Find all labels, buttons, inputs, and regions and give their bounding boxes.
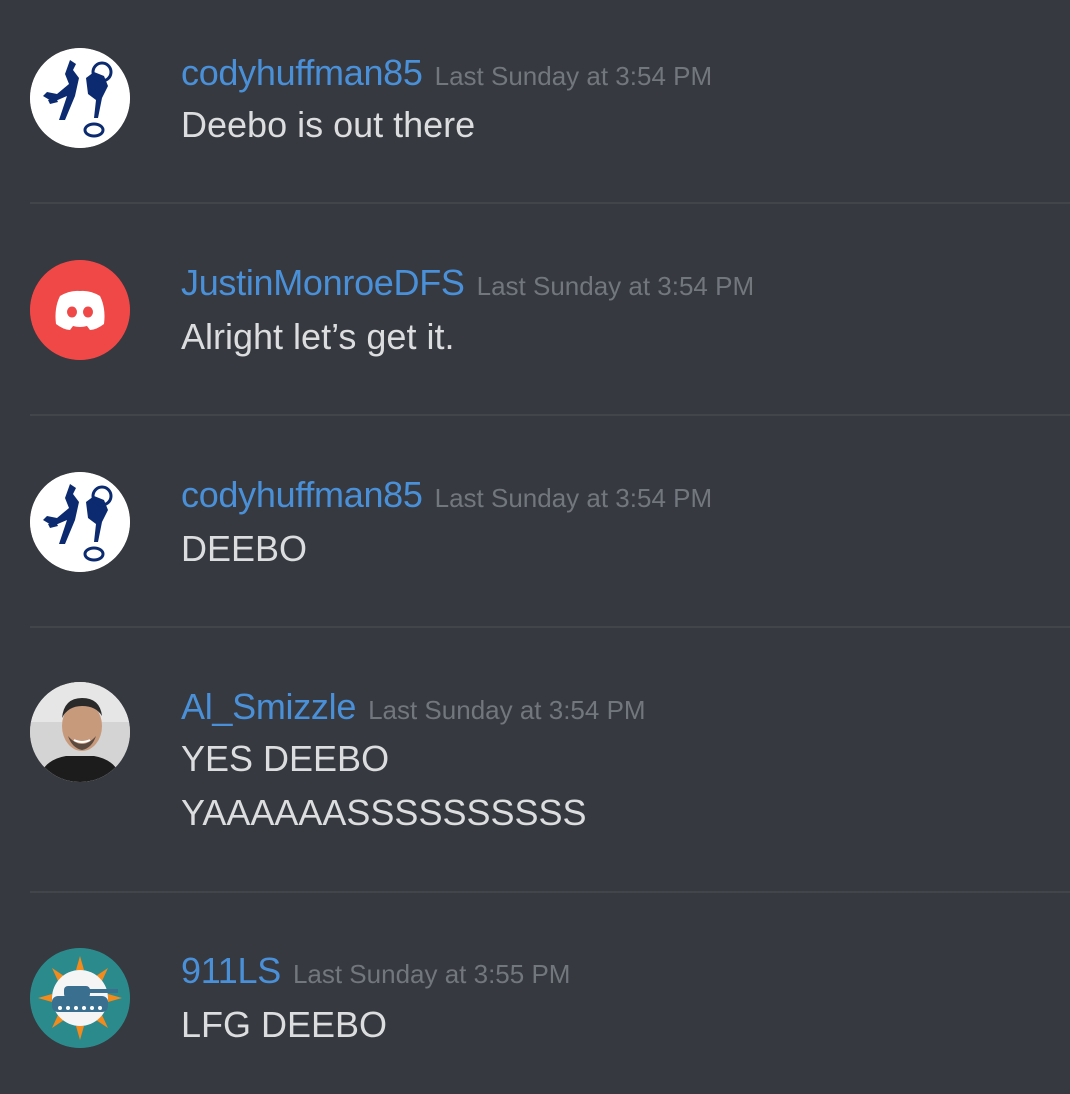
timestamp[interactable]: Last Sunday at 3:54 PM — [477, 271, 755, 301]
person-photo-icon — [30, 682, 130, 782]
tank-sunburst-icon — [30, 948, 130, 1048]
message-header: JustinMonroeDFS Last Sunday at 3:54 PM — [181, 262, 754, 304]
message-header: Al_Smizzle Last Sunday at 3:54 PM — [181, 686, 646, 728]
colts-logo-avatar[interactable] — [30, 472, 130, 572]
user-photo-avatar[interactable] — [30, 682, 130, 782]
username[interactable]: Al_Smizzle — [181, 686, 356, 727]
discord-icon — [30, 260, 130, 360]
message-text: LFG DEEBO — [181, 1004, 388, 1045]
message-text: YES DEEBO — [181, 738, 390, 779]
timestamp[interactable]: Last Sunday at 3:54 PM — [435, 483, 713, 513]
username[interactable]: codyhuffman85 — [181, 474, 423, 515]
username[interactable]: codyhuffman85 — [181, 52, 423, 93]
message-header: codyhuffman85 Last Sunday at 3:54 PM — [181, 474, 712, 516]
message-text: Alright let’s get it. — [181, 316, 455, 357]
username[interactable]: JustinMonroeDFS — [181, 262, 465, 303]
message-header: codyhuffman85 Last Sunday at 3:54 PM — [181, 52, 712, 94]
message-divider — [30, 202, 1070, 204]
message-text: YAAAAAASSSSSSSSSS — [181, 792, 587, 833]
discord-logo-avatar[interactable] — [30, 260, 130, 360]
username[interactable]: 911LS — [181, 950, 281, 991]
dolphins-tank-logo-avatar[interactable] — [30, 948, 130, 1048]
horse-rider-icon — [30, 472, 130, 572]
timestamp[interactable]: Last Sunday at 3:55 PM — [293, 959, 571, 989]
timestamp[interactable]: Last Sunday at 3:54 PM — [368, 695, 646, 725]
timestamp[interactable]: Last Sunday at 3:54 PM — [435, 61, 713, 91]
message-header: 911LS Last Sunday at 3:55 PM — [181, 950, 570, 992]
message-text: DEEBO — [181, 528, 308, 569]
horse-rider-icon — [30, 48, 130, 148]
message-text: Deebo is out there — [181, 104, 476, 145]
message-divider — [30, 626, 1070, 628]
message-divider — [30, 414, 1070, 416]
message-divider — [30, 891, 1070, 893]
colts-logo-avatar[interactable] — [30, 48, 130, 148]
